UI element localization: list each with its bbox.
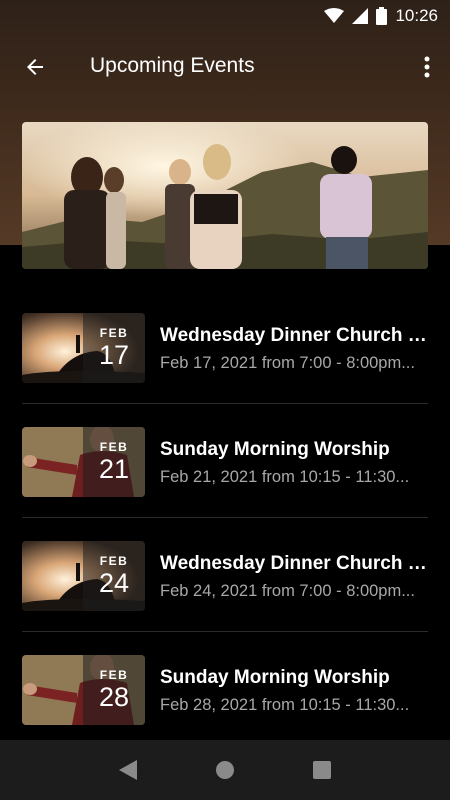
date-badge: FEB 28 [83, 655, 145, 725]
nav-back-button[interactable] [108, 750, 148, 790]
event-thumbnail: FEB 28 [22, 655, 145, 725]
event-item[interactable]: FEB 21 Sunday Morning Worship Feb 21, 20… [22, 404, 428, 518]
more-vertical-icon [424, 56, 430, 78]
event-time: Feb 21, 2021 from 10:15 - 11:30... [160, 468, 410, 486]
back-button[interactable] [18, 50, 52, 84]
nav-home-button[interactable] [205, 750, 245, 790]
event-day: 17 [98, 340, 130, 370]
event-item[interactable]: FEB 28 Sunday Morning Worship Feb 28, 20… [22, 632, 428, 746]
event-item[interactable]: FEB 24 Wednesday Dinner Church B... Feb … [22, 518, 432, 632]
date-badge: FEB 17 [83, 313, 145, 383]
back-triangle-icon [119, 760, 138, 780]
recents-square-icon [312, 761, 331, 779]
battery-icon [376, 7, 388, 25]
date-badge: FEB 21 [83, 427, 145, 497]
hero-image[interactable] [22, 122, 428, 269]
group-sunset-photo [22, 122, 428, 269]
cell-signal-icon [352, 8, 369, 24]
system-nav-bar [0, 740, 450, 800]
home-circle-icon [215, 761, 234, 779]
event-day: 28 [98, 682, 130, 712]
more-options-button[interactable] [416, 50, 438, 84]
event-thumbnail: FEB 21 [22, 427, 145, 497]
event-month: FEB [99, 554, 129, 568]
event-month: FEB [99, 326, 129, 340]
arrow-left-icon [27, 59, 43, 75]
event-time: Feb 28, 2021 from 10:15 - 11:30... [160, 696, 410, 714]
page-title: Upcoming Events [90, 54, 255, 77]
event-title: Wednesday Dinner Church B... [160, 553, 432, 574]
status-time: 10:26 [395, 6, 438, 25]
event-thumbnail: FEB 17 [22, 313, 145, 383]
event-month: FEB [99, 668, 129, 682]
event-list: FEB 17 Wednesday Dinner Church B... Feb … [22, 290, 432, 746]
event-time: Feb 24, 2021 from 7:00 - 8:00pm... [160, 582, 415, 600]
event-time: Feb 17, 2021 from 7:00 - 8:00pm... [160, 354, 415, 372]
status-bar: 10:26 [0, 0, 450, 32]
app-bar: Upcoming Events [0, 40, 450, 92]
event-title: Sunday Morning Worship [160, 667, 390, 688]
event-month: FEB [99, 440, 129, 454]
date-badge: FEB 24 [83, 541, 145, 611]
event-item[interactable]: FEB 17 Wednesday Dinner Church B... Feb … [22, 290, 432, 404]
wifi-icon [324, 8, 345, 24]
event-thumbnail: FEB 24 [22, 541, 145, 611]
event-title: Sunday Morning Worship [160, 439, 390, 460]
event-day: 21 [98, 454, 130, 484]
event-title: Wednesday Dinner Church B... [160, 325, 432, 346]
event-day: 24 [98, 568, 130, 598]
nav-recents-button[interactable] [302, 750, 342, 790]
